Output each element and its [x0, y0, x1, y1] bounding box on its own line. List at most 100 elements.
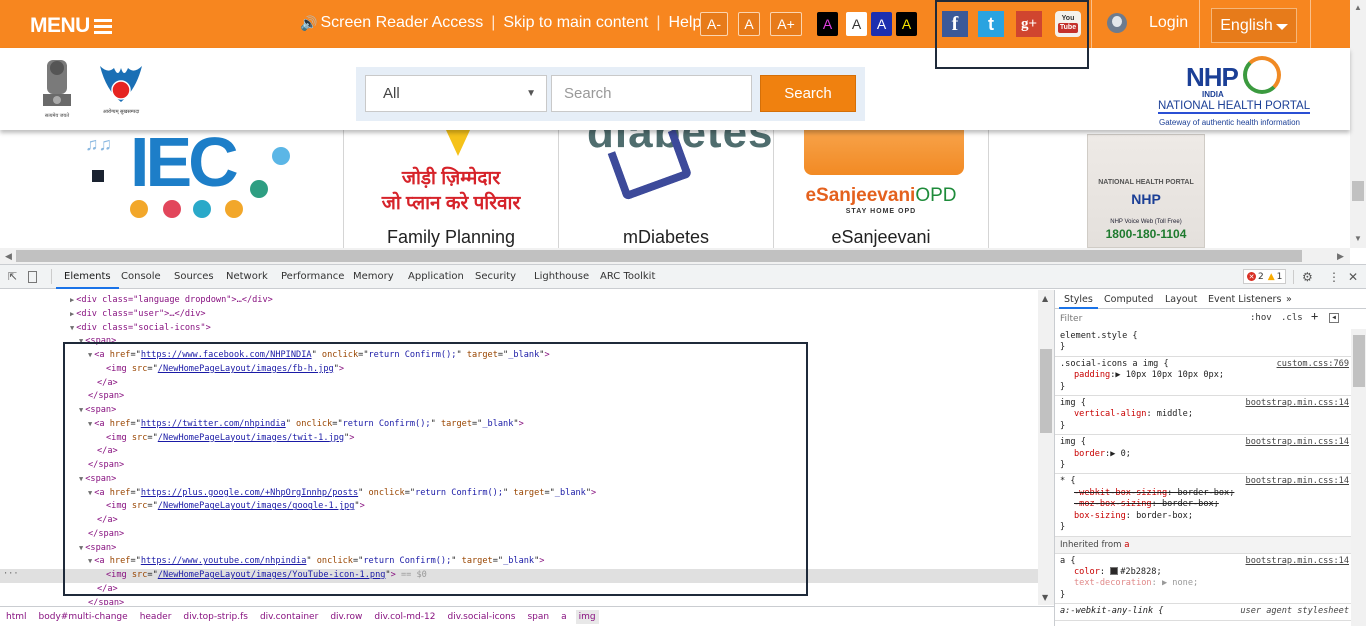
facebook-icon[interactable]: f: [942, 11, 968, 37]
styles-filter-input[interactable]: Filter: [1057, 311, 1242, 327]
css-property[interactable]: text-decoration: ▶ none;: [1060, 578, 1346, 589]
css-rule[interactable]: a:-webkit-any-link {user agent styleshee…: [1055, 604, 1351, 621]
breadcrumb-item[interactable]: span: [527, 612, 549, 622]
scrollbar-thumb[interactable]: [1040, 349, 1052, 433]
expand-toggle-icon[interactable]: ▶: [70, 310, 74, 318]
tab-network[interactable]: Network: [226, 271, 268, 282]
dom-node[interactable]: ▼ <span>: [0, 542, 116, 556]
contrast-white-button[interactable]: A: [846, 12, 867, 36]
breadcrumb-item[interactable]: html: [6, 612, 27, 622]
css-source-link[interactable]: bootstrap.min.css:14: [1246, 437, 1349, 448]
scroll-up-arrow-icon[interactable]: ▲: [1042, 294, 1048, 303]
css-rule[interactable]: img {bootstrap.min.css:14 border:▶ 0;}: [1055, 435, 1351, 475]
expand-toggle-icon[interactable]: ▼: [88, 489, 92, 497]
src-link[interactable]: /NewHomePageLayout/images/YouTube-icon-1…: [158, 570, 386, 580]
dom-node[interactable]: ▼ <a href="https://twitter.com/nhpindia" …: [0, 418, 524, 432]
css-source-link[interactable]: bootstrap.min.css:14: [1246, 556, 1349, 567]
card-title[interactable]: eSanjeevani: [774, 227, 988, 248]
css-rule[interactable]: .social-icons a img {custom.css:769 paddi…: [1055, 357, 1351, 397]
breadcrumb-item[interactable]: a: [561, 612, 567, 622]
dom-node[interactable]: <img src="/NewHomePageLayout/images/twit…: [0, 432, 354, 446]
css-rule[interactable]: a {bootstrap.min.css:14 color: #2b2828; te…: [1055, 554, 1351, 605]
href-link[interactable]: https://www.facebook.com/NHPINDIA: [141, 350, 312, 360]
css-property[interactable]: vertical-align: middle;: [1060, 409, 1346, 420]
card-nhp-kiosk[interactable]: NATIONAL HEALTH PORTAL NHP NHP Voice Web…: [989, 130, 1350, 248]
expand-toggle-icon[interactable]: ▼: [70, 324, 74, 332]
nhm-logo[interactable]: आरोग्यम् सुखसम्पदा: [96, 60, 146, 116]
login-button[interactable]: Login: [1107, 13, 1188, 33]
href-link[interactable]: https://plus.google.com/+NhpOrgInnhp/pos…: [141, 488, 358, 498]
vertical-scrollbar[interactable]: ▲ ▼: [1350, 0, 1366, 248]
scroll-down-arrow-icon[interactable]: ▼: [1354, 234, 1362, 243]
scrollbar-thumb[interactable]: [16, 250, 1302, 262]
css-source-link[interactable]: bootstrap.min.css:14: [1246, 398, 1349, 409]
close-devtools-icon[interactable]: ✕: [1348, 270, 1360, 284]
contrast-black-yellow-button[interactable]: A: [896, 12, 917, 36]
expand-toggle-icon[interactable]: ▼: [79, 544, 83, 552]
dom-node[interactable]: </span>: [0, 459, 124, 473]
color-swatch-icon[interactable]: [1110, 567, 1119, 576]
breadcrumb-item[interactable]: div.container: [260, 612, 318, 622]
device-toolbar-icon[interactable]: [28, 271, 37, 283]
dom-tree[interactable]: ▶ <div class="language dropdown">…</div> ▶…: [0, 290, 1038, 605]
breadcrumb-item[interactable]: header: [140, 612, 172, 622]
toggle-sidebar-icon[interactable]: ◀: [1329, 313, 1339, 323]
dom-node[interactable]: </a>: [0, 445, 118, 459]
scroll-down-arrow-icon[interactable]: ▼: [1042, 593, 1048, 602]
card-iec[interactable]: IEC ♫♫: [0, 130, 344, 248]
class-toggle[interactable]: .cls: [1281, 313, 1303, 323]
font-normal-button[interactable]: A: [738, 12, 760, 36]
breadcrumb-item[interactable]: div.row: [330, 612, 362, 622]
breadcrumb-item[interactable]: body#multi-change: [39, 612, 128, 622]
language-dropdown[interactable]: English: [1211, 8, 1297, 43]
add-rule-icon[interactable]: +: [1311, 309, 1318, 323]
more-tabs-icon[interactable]: »: [1286, 294, 1292, 305]
contrast-blue-button[interactable]: A: [871, 12, 892, 36]
css-property[interactable]: border:▶ 0;: [1060, 449, 1346, 460]
breadcrumb-item[interactable]: img: [575, 609, 599, 624]
dom-node[interactable]: </span>: [0, 597, 124, 606]
expand-toggle-icon[interactable]: ▼: [79, 337, 83, 345]
search-category-select[interactable]: All ▼: [365, 75, 547, 112]
dom-node[interactable]: ▼ <div class="social-icons">: [0, 322, 211, 336]
expand-toggle-icon[interactable]: ▼: [88, 557, 92, 565]
css-property[interactable]: padding:▶ 10px 10px 10px 0px;: [1060, 370, 1346, 381]
card-esanjeevani[interactable]: eSanjeevaniOPD STAY HOME OPD eSanjeevani: [774, 130, 989, 248]
card-title[interactable]: mDiabetes: [559, 227, 773, 248]
dom-node[interactable]: ▼ <span>: [0, 473, 116, 487]
dom-node[interactable]: </span>: [0, 528, 124, 542]
dom-node[interactable]: </span>: [0, 390, 124, 404]
card-family-planning[interactable]: जोड़ी ज़िम्मेदार जो प्लान करे परिवार Fam…: [344, 130, 559, 248]
tab-elements[interactable]: Elements: [56, 271, 119, 289]
tab-security[interactable]: Security: [475, 271, 516, 282]
tab-console[interactable]: Console: [121, 271, 161, 282]
expand-toggle-icon[interactable]: ▼: [79, 406, 83, 414]
horizontal-scrollbar[interactable]: ◀ ▶: [0, 248, 1350, 264]
tab-arc-toolkit[interactable]: ARC Toolkit: [600, 271, 655, 282]
dom-node[interactable]: ▶ <div class="language dropdown">…</div>: [0, 294, 273, 308]
dom-node[interactable]: ▼ <a href="https://plus.google.com/+NhpOr…: [0, 487, 596, 501]
help-link[interactable]: Help: [668, 14, 701, 32]
scroll-right-arrow-icon[interactable]: ▶: [1337, 251, 1344, 262]
dom-node[interactable]: ▼ <span>: [0, 404, 116, 418]
scrollbar-thumb[interactable]: [1353, 335, 1365, 387]
dom-node[interactable]: ▼ <span>: [0, 335, 116, 349]
expand-toggle-icon[interactable]: ▼: [88, 351, 92, 359]
href-link[interactable]: https://twitter.com/nhpindia: [141, 419, 286, 429]
search-input[interactable]: Search: [551, 75, 752, 112]
breadcrumb-item[interactable]: div.top-strip.fs: [183, 612, 248, 622]
src-link[interactable]: /NewHomePageLayout/images/twit-1.jpg: [158, 433, 344, 443]
youtube-icon[interactable]: You Tube: [1055, 11, 1081, 37]
tab-layout[interactable]: Layout: [1165, 294, 1197, 305]
dom-node[interactable]: ▼ <a href="https://www.facebook.com/NHPIN…: [0, 349, 550, 363]
menu-button[interactable]: MENU: [30, 14, 112, 38]
tab-styles[interactable]: Styles: [1059, 294, 1098, 309]
src-link[interactable]: /NewHomePageLayout/images/fb-h.jpg: [158, 364, 334, 374]
tab-memory[interactable]: Memory: [353, 271, 394, 282]
css-property[interactable]: color: #2b2828;: [1060, 567, 1346, 578]
css-rule[interactable]: * {bootstrap.min.css:14 -webkit-box-sizin…: [1055, 474, 1351, 537]
hover-state-toggle[interactable]: :hov: [1250, 313, 1272, 323]
dom-node-selected[interactable]: <img src="/NewHomePageLayout/images/YouT…: [0, 569, 1038, 583]
skip-to-main-link[interactable]: Skip to main content: [503, 14, 648, 32]
inspect-element-icon[interactable]: ⇱: [8, 270, 20, 283]
